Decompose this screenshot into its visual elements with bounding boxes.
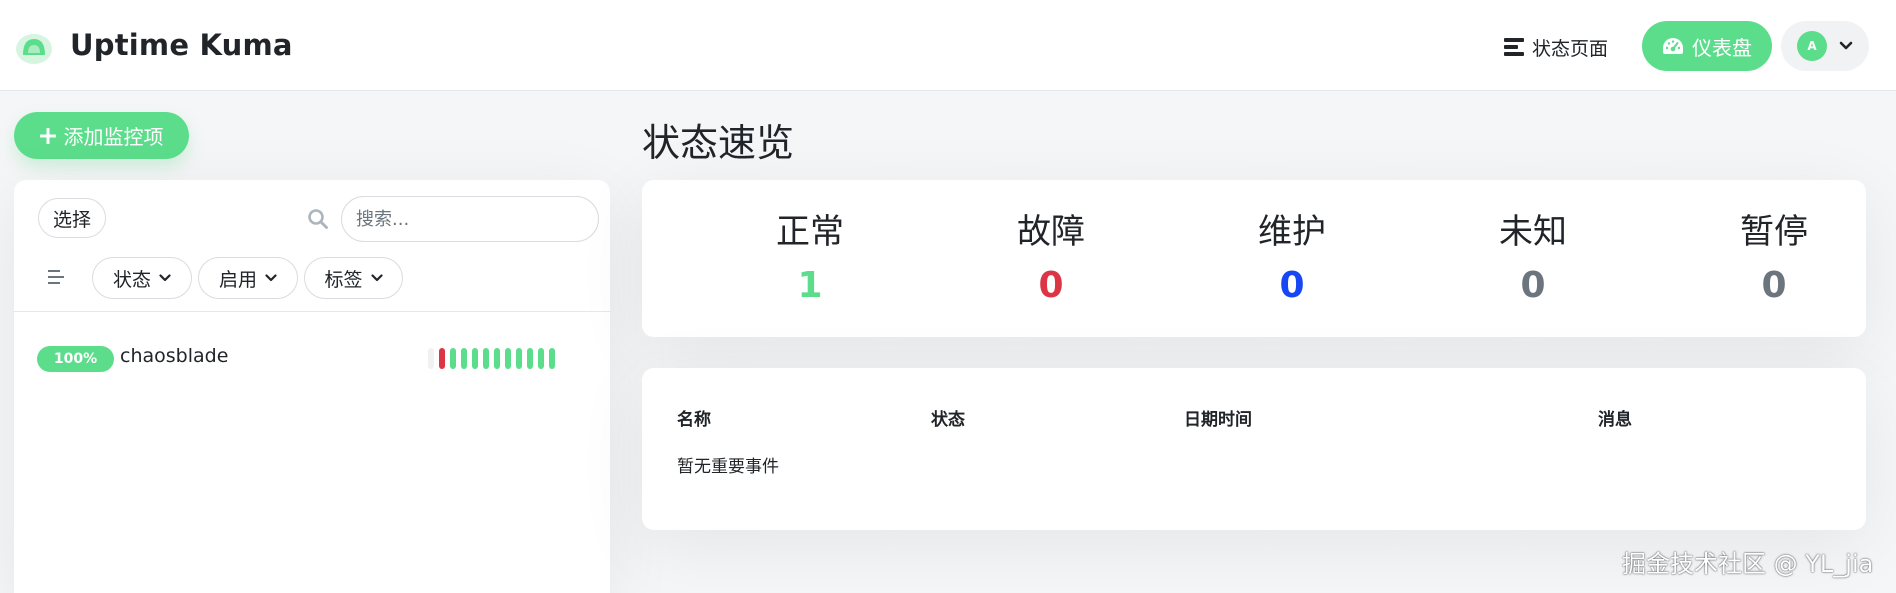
heartbeat-up [450,348,456,369]
monitor-list-panel: 选择 状态 启用 标签 100% chaosblade [14,180,610,593]
select-button[interactable]: 选择 [38,198,106,238]
divider [14,311,610,312]
list-icon [1504,38,1524,56]
filter-icon[interactable] [48,270,66,284]
heartbeat-up [494,348,500,369]
heartbeat-up [483,348,489,369]
dashboard-button[interactable]: 仪表盘 [1642,21,1772,71]
quick-stats-card: 正常 1 故障 0 维护 0 未知 0 暂停 0 [642,180,1866,337]
page-title: 状态速览 [642,121,795,165]
stat-label: 暂停 [1740,212,1808,252]
heartbeat-up [538,348,544,369]
filter-active-label: 启用 [218,268,257,291]
chevron-down-icon [159,274,171,282]
stat-value: 0 [1520,265,1546,306]
empty-events-message: 暂无重要事件 [677,457,779,477]
plus-icon [39,127,56,144]
search-icon [308,209,328,229]
heartbeat-down [439,348,445,369]
stat-maintenance: 维护 0 [1212,204,1372,306]
stat-value: 0 [1761,265,1787,306]
add-monitor-label: 添加监控项 [63,125,164,149]
search-input[interactable] [341,196,599,242]
gauge-icon [1663,38,1683,54]
filter-tags-label: 标签 [324,268,363,291]
uptime-badge: 100% [37,346,114,372]
monitor-name: chaosblade [120,345,229,367]
profile-menu-button[interactable]: A [1781,21,1869,71]
stat-paused: 暂停 0 [1694,204,1854,306]
status-page-label: 状态页面 [1532,37,1609,60]
column-header-message: 消息 [1598,410,1632,430]
column-header-status: 状态 [931,410,965,430]
stat-label: 维护 [1258,212,1326,252]
column-header-name: 名称 [677,410,711,430]
stat-label: 故障 [1017,212,1085,252]
filter-tags-dropdown[interactable]: 标签 [304,257,403,299]
chevron-down-icon [370,274,383,282]
heartbeat-up [461,348,467,369]
dashboard-label: 仪表盘 [1692,35,1752,60]
add-monitor-button[interactable]: 添加监控项 [14,112,189,159]
heartbeat-up [472,348,478,369]
stat-value: 1 [797,265,823,306]
filter-active-dropdown[interactable]: 启用 [198,257,298,299]
heartbeat-up [549,348,555,369]
stat-up: 正常 1 [730,204,890,306]
heartbeat-bar [428,348,555,369]
heartbeat-up [527,348,533,369]
status-page-link[interactable]: 状态页面 [1504,32,1608,62]
app-title[interactable]: Uptime Kuma [70,28,293,62]
column-header-datetime: 日期时间 [1184,410,1252,430]
heartbeat-empty [428,348,434,369]
chevron-down-icon [265,274,277,282]
filter-status-label: 状态 [112,268,151,291]
filter-status-dropdown[interactable]: 状态 [92,257,192,299]
monitor-list-item[interactable]: 100% chaosblade [14,330,610,386]
heartbeat-up [505,348,511,369]
stat-value: 0 [1038,265,1064,306]
important-events-table: 名称 状态 日期时间 消息 暂无重要事件 [642,368,1866,530]
avatar: A [1797,31,1827,61]
uptime-kuma-logo-icon[interactable] [14,29,54,65]
stat-unknown: 未知 0 [1453,204,1613,306]
stat-label: 未知 [1499,212,1567,252]
stat-label: 正常 [776,212,844,252]
heartbeat-up [516,348,522,369]
stat-value: 0 [1279,265,1305,306]
stat-down: 故障 0 [971,204,1131,306]
chevron-down-icon [1839,41,1853,50]
watermark: 掘金技术社区 @ YL_jia [1622,550,1874,578]
top-header: Uptime Kuma 状态页面 仪表盘 A [0,0,1896,91]
